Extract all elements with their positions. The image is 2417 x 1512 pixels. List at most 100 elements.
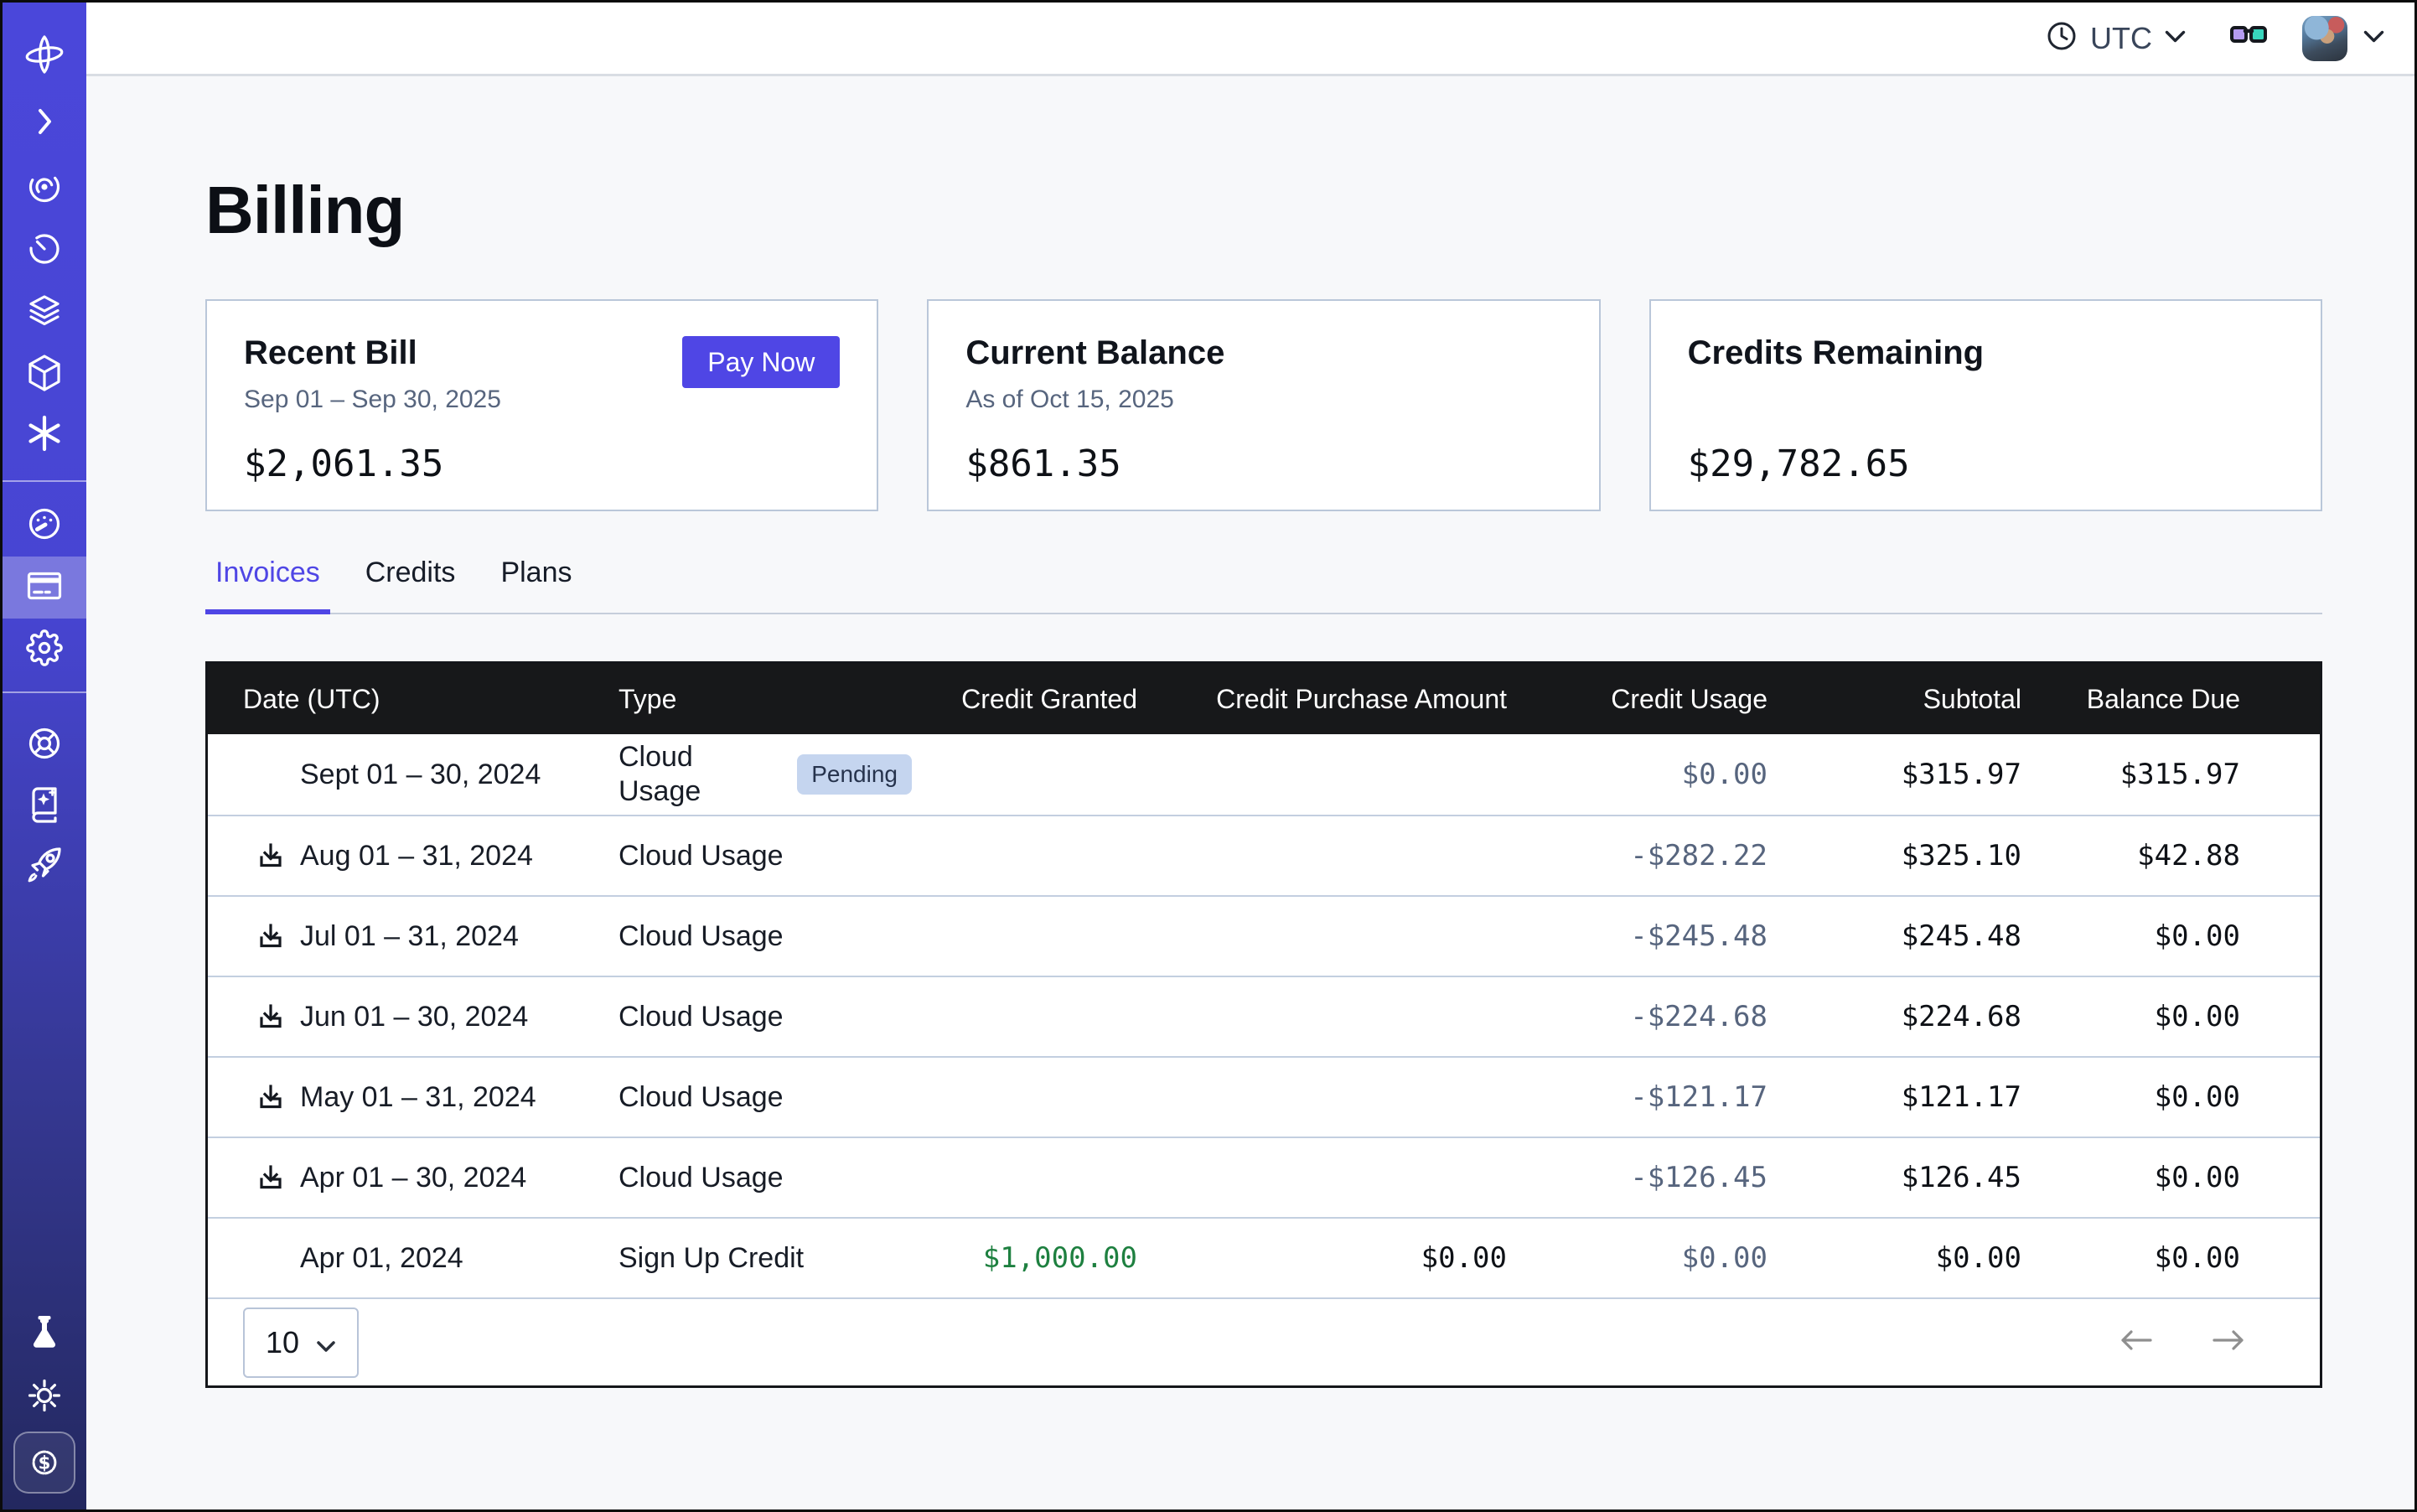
gauge-icon [23, 502, 66, 550]
status-badge: Pending [797, 754, 912, 795]
sidebar-item-support[interactable] [3, 714, 86, 776]
sidebar-item-iris[interactable] [3, 158, 86, 220]
sidebar-item-labs[interactable] [3, 1304, 86, 1366]
download-invoice-button[interactable] [255, 1001, 287, 1033]
orbit-logo-icon [23, 33, 66, 80]
arrow-right-icon [2209, 1328, 2248, 1353]
invoice-table: Date (UTC)TypeCredit GrantedCredit Purch… [205, 661, 2322, 1388]
page-size-select[interactable]: 10 [243, 1307, 359, 1378]
sidebar-item-credits-button[interactable]: $ [3, 1432, 86, 1494]
invoice-type: Cloud Usage [618, 919, 784, 954]
download-invoice-button[interactable] [255, 840, 287, 872]
invoice-period: Jun 01 – 30, 2024 [300, 1000, 528, 1034]
invoice-row: Jul 01 – 31, 2024Cloud Usage-$245.48$245… [208, 895, 2320, 976]
main-area: UTC Billing Recent Bill [86, 3, 2417, 1509]
recent-bill-amount: $2,061.35 [244, 443, 840, 485]
tabs: Invoices Credits Plans [205, 557, 2322, 614]
goggles-button[interactable] [2228, 21, 2269, 55]
card-subtitle: As of Oct 15, 2025 [965, 386, 1561, 416]
arrow-left-icon [2117, 1328, 2156, 1353]
svg-text:$: $ [39, 1452, 51, 1473]
iris-icon [23, 165, 66, 213]
next-page-button[interactable] [2209, 1328, 2248, 1357]
invoice-period: Apr 01, 2024 [300, 1241, 463, 1276]
invoice-type-cell: Cloud Usage [618, 1000, 912, 1034]
sidebar-item-cube[interactable] [3, 344, 86, 406]
credit-usage-value: $0.00 [1507, 1241, 1767, 1276]
chevron-down-icon [2164, 29, 2187, 48]
download-icon [256, 921, 286, 951]
current-balance-amount: $861.35 [965, 443, 1561, 485]
invoice-period-cell: Aug 01 – 31, 2024 [208, 839, 618, 873]
credits-remaining-card: Credits Remaining $29,782.65 [1649, 299, 2322, 511]
invoice-type-cell: Cloud Usage [618, 1161, 912, 1195]
balance-due-value: $0.00 [2021, 919, 2320, 954]
page-title: Billing [205, 173, 2322, 247]
book-sparkle-icon [23, 782, 66, 830]
chevron-right-icon [23, 100, 66, 148]
asterisk-icon [23, 412, 66, 459]
invoice-row: Jun 01 – 30, 2024 Cloud Usage -$224.68$224… [208, 976, 2320, 1056]
tab-invoices[interactable]: Invoices [205, 557, 330, 614]
credit-card-icon [23, 564, 66, 612]
sun-icon [23, 1374, 66, 1421]
column-header-subtotal: Subtotal [1767, 683, 2021, 715]
invoice-period: Apr 01 – 30, 2024 [300, 1161, 526, 1195]
rocket-icon [23, 842, 66, 890]
column-header-type: Type [618, 683, 912, 715]
card-title: Credits Remaining [1688, 334, 2284, 372]
sidebar-item-expand[interactable] [3, 92, 86, 154]
sidebar-item-billing[interactable] [3, 557, 86, 619]
credit-usage-value: -$121.17 [1507, 1080, 1767, 1115]
invoice-row: Aug 01 – 31, 2024Cloud Usage-$282.22$325… [208, 815, 2320, 895]
content: Billing Recent Bill Sep 01 – Sep 30, 202… [86, 76, 2417, 1509]
subtotal-value: $224.68 [1767, 1000, 2021, 1034]
download-invoice-button[interactable] [255, 1162, 287, 1194]
balance-due-value: $0.00 [2021, 1241, 2320, 1276]
credits-remaining-amount: $29,782.65 [1688, 443, 2284, 485]
sidebar-item-docs[interactable] [3, 774, 86, 836]
download-invoice-button[interactable] [255, 920, 287, 952]
invoice-period-cell: Jul 01 – 31, 2024 [208, 919, 618, 954]
timezone-selector[interactable]: UTC [2045, 19, 2187, 57]
topbar: UTC [86, 3, 2417, 76]
invoice-row: Apr 01 – 30, 2024Cloud Usage-$126.45$126… [208, 1137, 2320, 1217]
dollar-badge-icon: $ [13, 1432, 75, 1494]
sidebar-item-settings[interactable] [3, 619, 86, 681]
subtotal-value: $126.45 [1767, 1161, 2021, 1195]
invoice-period: May 01 – 31, 2024 [300, 1080, 536, 1115]
download-icon [256, 841, 286, 871]
previous-page-button[interactable] [2117, 1328, 2156, 1357]
sidebar-item-timer[interactable] [3, 220, 86, 282]
sidebar-item-asterisk[interactable] [3, 404, 86, 466]
download-placeholder [255, 1242, 287, 1274]
subtotal-value: $315.97 [1767, 758, 2021, 792]
credit-granted-value: $1,000.00 [912, 1241, 1137, 1276]
download-invoice-button[interactable] [255, 1081, 287, 1113]
pager [2117, 1328, 2248, 1357]
credit-usage-value: -$224.68 [1507, 1000, 1767, 1034]
invoice-type-cell: Cloud Usage [618, 839, 912, 873]
timer-icon [23, 227, 66, 275]
pay-now-button[interactable]: Pay Now [682, 336, 840, 388]
tab-plans[interactable]: Plans [490, 557, 582, 614]
account-menu[interactable] [2302, 16, 2385, 61]
sidebar-item-theme[interactable] [3, 1366, 86, 1428]
column-header-date-utc: Date (UTC) [208, 683, 618, 715]
sidebar-item-gauge[interactable] [3, 495, 86, 557]
sidebar-item-getting-started[interactable] [3, 835, 86, 897]
tab-credits[interactable]: Credits [355, 557, 466, 614]
invoice-period-cell: Apr 01, 2024 [208, 1241, 618, 1276]
sidebar-item-layers[interactable] [3, 282, 86, 344]
subtotal-value: $121.17 [1767, 1080, 2021, 1115]
summary-cards: Recent Bill Sep 01 – Sep 30, 2025 $2,061… [205, 299, 2322, 511]
invoice-type: Sign Up Credit [618, 1241, 804, 1276]
column-header-credit-usage: Credit Usage [1507, 683, 1767, 715]
invoice-type: Cloud Usage [618, 839, 784, 873]
invoice-period-cell: May 01 – 31, 2024 [208, 1080, 618, 1115]
invoice-type-cell: Cloud UsagePending [618, 740, 912, 809]
sidebar-item-logo[interactable] [3, 25, 86, 87]
avatar [2302, 16, 2347, 61]
invoice-type: Cloud Usage [618, 1000, 784, 1034]
sidebar-divider [3, 480, 86, 482]
